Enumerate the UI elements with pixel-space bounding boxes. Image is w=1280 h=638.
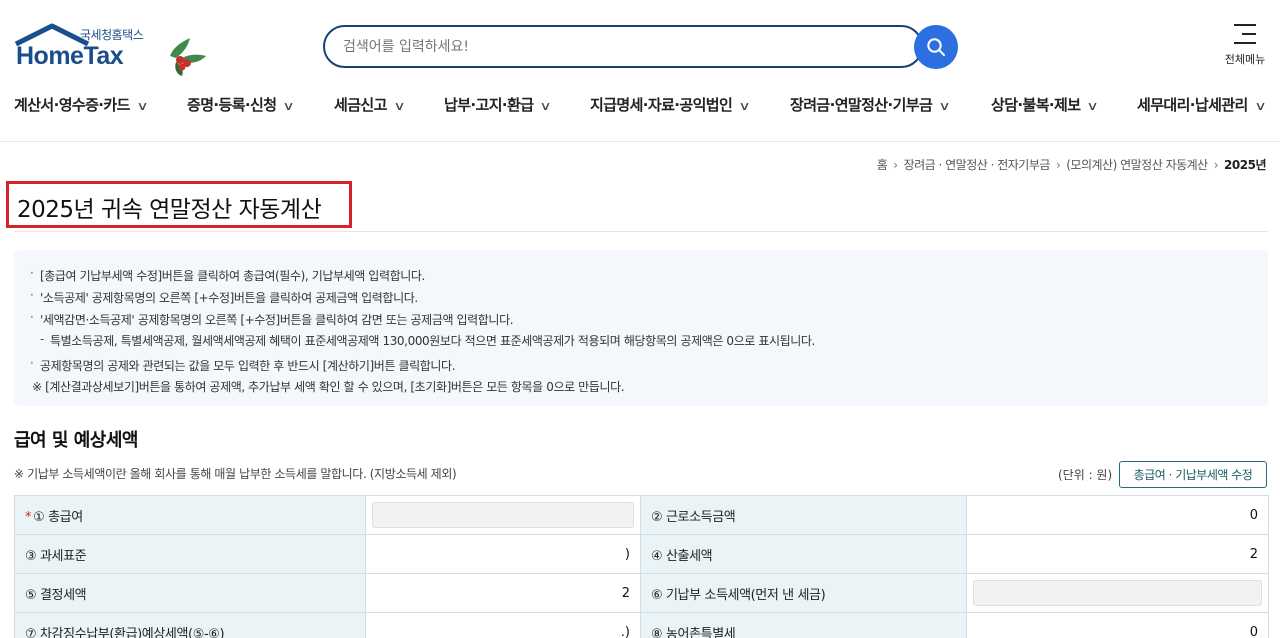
gnb-item-payment[interactable]: 납부·고지·환급 ∨	[444, 94, 552, 115]
breadcrumb-item[interactable]: (모의계산) 연말정산 자동계산	[1066, 158, 1208, 172]
breadcrumb: 홈 › 장려금 · 연말정산 · 전자기부금 › (모의계산) 연말정산 자동계산 › 20…	[877, 156, 1267, 173]
gnb-item-receipts[interactable]: 계산서·영수증·카드 ∨	[14, 94, 148, 115]
instruction-line: '세액감면·소득공제' 공제항목명의 오른쪽 [+수정]버튼을 클릭하여 감면 …	[40, 313, 514, 327]
search-input[interactable]	[343, 27, 903, 66]
hamburger-icon	[1234, 24, 1256, 44]
chevron-down-icon: ∨	[282, 99, 295, 113]
rural-special-tax-value: 0	[966, 612, 1269, 638]
unit-label: (단위 : 원)	[1058, 468, 1113, 482]
section-title: 급여 및 예상세액	[14, 430, 138, 451]
withholding-note: ※ 기납부 소득세액이란 올해 회사를 통해 매월 납부한 소득세를 말합니다.…	[14, 467, 457, 481]
bullet-icon: ·	[30, 310, 34, 324]
page-title: 2025년 귀속 연말정산 자동계산	[17, 197, 322, 223]
gnb-item-certificates[interactable]: 증명·등록·신청 ∨	[187, 94, 295, 115]
bullet-icon: ·	[30, 356, 34, 370]
instruction-line: '소득공제' 공제항목명의 오른쪽 [+수정]버튼을 클릭하여 공제금액 입력합…	[40, 291, 418, 305]
breadcrumb-home[interactable]: 홈	[877, 158, 888, 172]
logo-english-text: HomeTax	[16, 42, 124, 70]
search-bar	[323, 25, 923, 68]
expected-tax-value: .)	[365, 612, 641, 638]
instruction-subline: 특별소득공제, 특별세액공제, 월세액세액공제 혜택이 표준세액공제액 130,…	[50, 334, 815, 348]
tax-base-value: )	[365, 534, 641, 574]
table-row: ⑤ 결정세액 2 ⑥ 기납부 소득세액(먼저 낸 세금)	[14, 573, 1269, 613]
chevron-down-icon: ∨	[1254, 99, 1266, 113]
gnb-item-tax-agent[interactable]: 세무대리·납세관리 ∨	[1137, 94, 1266, 115]
title-highlight-box: 2025년 귀속 연말정산 자동계산	[6, 181, 352, 228]
total-salary-cell	[365, 495, 641, 535]
total-salary-label: * ① 총급여	[14, 495, 366, 535]
gnb-item-year-end-settlement[interactable]: 장려금·연말정산·기부금 ∨	[790, 94, 951, 115]
chevron-down-icon: ∨	[393, 99, 405, 113]
chevron-down-icon: ∨	[539, 99, 552, 113]
chevron-right-icon: ›	[893, 158, 898, 172]
chevron-right-icon: ›	[1055, 158, 1061, 172]
divider	[14, 231, 1268, 232]
instruction-box: · [총급여 기납부세액 수정]버튼을 클릭하여 총급여(필수), 기납부세액 …	[14, 250, 1268, 406]
dash-icon: -	[40, 332, 45, 346]
chevron-down-icon: ∨	[1086, 99, 1099, 113]
table-row: ③ 과세표준 ) ④ 산출세액 2	[14, 534, 1269, 574]
instruction-line: 공제항목명의 공제와 관련되는 값을 모두 입력한 후 반드시 [계산하기]버튼…	[40, 359, 456, 373]
logo-korean-text: 국세청홈택스	[80, 28, 144, 42]
prepaid-tax-field[interactable]	[973, 580, 1262, 606]
search-button[interactable]	[914, 25, 958, 69]
hometax-logo[interactable]: 국세청홈택스 HomeTax	[14, 22, 206, 78]
bullet-icon: ·	[30, 266, 34, 280]
tax-base-label: ③ 과세표준	[14, 534, 366, 574]
chevron-down-icon: ∨	[738, 99, 751, 113]
breadcrumb-item[interactable]: 장려금 · 연말정산 · 전자기부금	[904, 158, 1051, 172]
prepaid-tax-label: ⑥ 기납부 소득세액(먼저 낸 세금)	[640, 573, 967, 613]
total-salary-field[interactable]	[372, 502, 634, 528]
earned-income-label: ② 근로소득금액	[640, 495, 967, 535]
determined-tax-label: ⑤ 결정세액	[14, 573, 366, 613]
chevron-down-icon: ∨	[136, 99, 148, 113]
required-mark: *	[25, 509, 32, 525]
all-menu-button[interactable]: 전체메뉴	[1222, 24, 1268, 67]
earned-income-value: 0	[966, 495, 1269, 535]
instruction-line: [총급여 기납부세액 수정]버튼을 클릭하여 총급여(필수), 기납부세액 입력…	[40, 269, 425, 283]
computed-tax-label: ④ 산출세액	[640, 534, 967, 574]
determined-tax-value: 2	[365, 573, 641, 613]
instruction-note: ※ [계산결과상세보기]버튼을 통하여 공제액, 추가납부 세액 확인 할 수 …	[32, 380, 625, 394]
holly-decoration-icon	[170, 38, 206, 76]
prepaid-tax-cell	[966, 573, 1269, 613]
search-icon	[927, 38, 945, 56]
breadcrumb-current: 2025년	[1224, 158, 1266, 172]
expected-tax-label: ⑦ 차감징수납부(환급)예상세액(⑤-⑥)	[14, 612, 366, 638]
main-navigation: 계산서·영수증·카드 ∨ 증명·등록·신청 ∨ 세금신고 ∨ 납부·고지·환급 ∨ 지급…	[0, 94, 1280, 120]
rural-special-tax-label: ⑧ 농어촌특별세	[640, 612, 967, 638]
all-menu-label: 전체메뉴	[1224, 53, 1266, 66]
chevron-down-icon: ∨	[938, 99, 951, 113]
bullet-icon: ·	[30, 288, 34, 302]
site-header: 국세청홈택스 HomeTax 전체메뉴 계산서·영수증·카드∨ 증명·등록·신청…	[0, 0, 1280, 142]
table-row: ⑦ 차감징수납부(환급)예상세액(⑤-⑥) .) ⑧ 농어촌특별세 0	[14, 612, 1269, 638]
computed-tax-value: 2	[966, 534, 1269, 574]
gnb-item-consulting[interactable]: 상담·불복·제보 ∨	[991, 94, 1099, 115]
gnb-item-statements[interactable]: 지급명세·자료·공익법인 ∨	[590, 94, 751, 115]
edit-salary-tax-button[interactable]: 총급여 · 기납부세액 수정	[1119, 461, 1267, 488]
table-row: * ① 총급여 ② 근로소득금액 0	[14, 495, 1269, 535]
chevron-right-icon: ›	[1213, 158, 1219, 172]
salary-tax-table: * ① 총급여 ② 근로소득금액 0 ③ 과세표준 ) ④ 산출세액 2 ⑤ 결정…	[14, 495, 1269, 638]
gnb-item-tax-filing[interactable]: 세금신고 ∨	[334, 94, 405, 115]
